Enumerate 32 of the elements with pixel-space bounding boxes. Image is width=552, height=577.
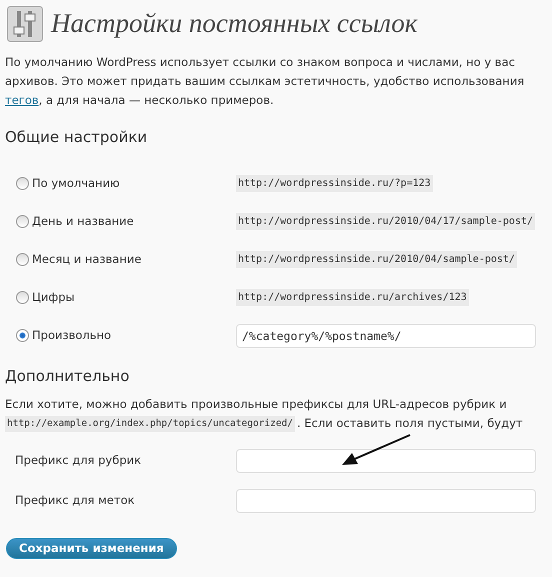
sliders-icon [7,6,43,42]
structure-input[interactable]: /%category%/%postname%/ [236,324,536,348]
url-example: http://wordpressinside.ru/?p=123 [236,175,433,192]
radio-button[interactable] [16,329,29,342]
field-label: Префикс для меток [14,492,136,510]
url-example: http://wordpressinside.ru/archives/123 [236,289,469,306]
intro-text: По умолчанию WordPress использует ссылки со знаком вопроса и числами, но у вас [5,54,516,71]
section-heading: Общие настройки [4,127,148,148]
option-label: По умолчанию [32,174,120,192]
page-title: Настройки постоянных ссылок [51,7,418,40]
prefix-input[interactable] [236,489,536,513]
option-label: Цифры [32,288,75,306]
radio-button[interactable] [16,177,29,190]
url-example: http://wordpressinside.ru/2010/04/17/sample-post/ [236,213,536,230]
save-button[interactable]: Сохранить изменения [6,538,177,559]
field-label: Префикс для рубрик [14,452,142,470]
description-text: . Если оставить поля пустыми, будут [296,415,523,432]
section-heading: Дополнительно [4,366,130,386]
tags-link[interactable]: тегов [5,91,39,110]
url-example: http://wordpressinside.ru/2010/04/sample-post/ [236,251,517,268]
intro-text: , а для начала — несколько примеров. [38,92,274,109]
prefix-input[interactable] [236,449,536,473]
intro-text: архивов. Это может придать вашим ссылкам эстетичность, удобство использования [5,73,526,90]
option-label: Произвольно [32,326,112,344]
radio-button[interactable] [16,291,29,304]
radio-button[interactable] [16,215,29,228]
option-label: День и название [32,212,134,230]
arrow-drawing [340,433,412,467]
url-example: http://example.org/index.php/topics/uncategorized/ [5,416,295,432]
description-text: Если хотите, можно добавить произвольные префиксы для URL-адресов рубрик и [5,396,508,413]
option-label: Месяц и название [32,250,142,268]
radio-button[interactable] [16,253,29,266]
